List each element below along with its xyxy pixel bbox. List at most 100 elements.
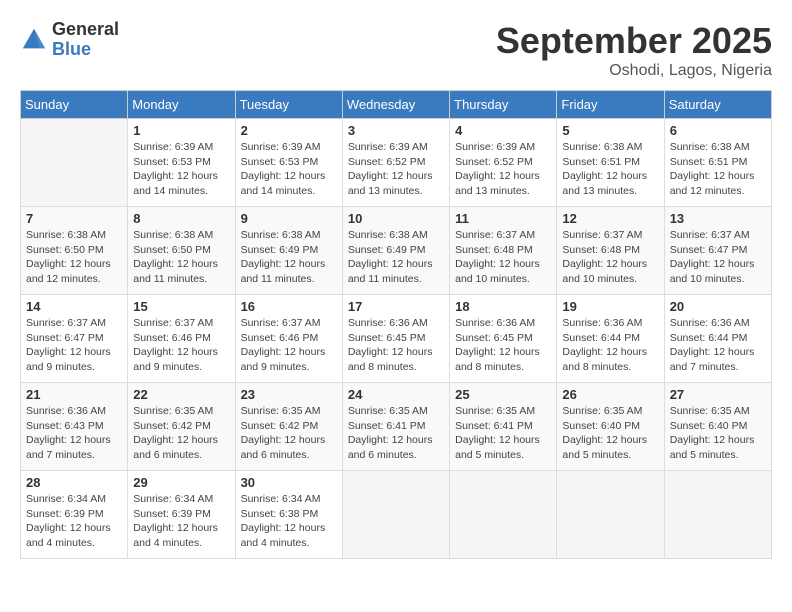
day-info: Sunrise: 6:35 AMSunset: 6:42 PMDaylight:… <box>133 404 229 463</box>
calendar-cell: 25Sunrise: 6:35 AMSunset: 6:41 PMDayligh… <box>450 383 557 471</box>
logo-icon <box>20 26 48 54</box>
calendar-cell: 30Sunrise: 6:34 AMSunset: 6:38 PMDayligh… <box>235 471 342 559</box>
calendar-cell <box>664 471 771 559</box>
calendar-cell: 29 Sunrise: 6:34 AMSunset: 6:39 PMDayligh… <box>128 471 235 559</box>
day-info: Sunrise: 6:35 AMSunset: 6:40 PMDaylight:… <box>562 404 658 463</box>
day-number: 15 <box>133 299 229 314</box>
day-number: 4 <box>455 123 551 138</box>
page-header: General Blue September 2025 Oshodi, Lago… <box>20 20 772 80</box>
day-info: Sunrise: 6:38 AMSunset: 6:49 PMDaylight:… <box>241 228 337 287</box>
day-number: 13 <box>670 211 766 226</box>
day-number: 28 <box>26 475 122 490</box>
logo-text: General Blue <box>52 20 119 60</box>
calendar-cell <box>342 471 449 559</box>
month-title: September 2025 <box>496 20 772 62</box>
calendar-cell: 17 Sunrise: 6:36 AMSunset: 6:45 PMDayligh… <box>342 295 449 383</box>
day-info: Sunrise: 6:37 AMSunset: 6:47 PMDaylight:… <box>26 316 122 375</box>
day-number: 17 <box>348 299 444 314</box>
day-number: 3 <box>348 123 444 138</box>
calendar-cell: 1Sunrise: 6:39 AMSunset: 6:53 PMDaylight… <box>128 119 235 207</box>
day-info: Sunrise: 6:39 AMSunset: 6:53 PMDaylight:… <box>241 140 337 199</box>
day-of-week-header: Tuesday <box>235 91 342 119</box>
calendar-week-row: 21 Sunrise: 6:36 AMSunset: 6:43 PMDayligh… <box>21 383 772 471</box>
day-number: 19 <box>562 299 658 314</box>
day-number: 30 <box>241 475 337 490</box>
day-number: 12 <box>562 211 658 226</box>
day-number: 23 <box>241 387 337 402</box>
day-number: 9 <box>241 211 337 226</box>
day-info: Sunrise: 6:36 AMSunset: 6:44 PMDaylight:… <box>670 316 766 375</box>
calendar-table: SundayMondayTuesdayWednesdayThursdayFrid… <box>20 90 772 559</box>
day-info: Sunrise: 6:36 AMSunset: 6:45 PMDaylight:… <box>348 316 444 375</box>
calendar-week-row: 28 Sunrise: 6:34 AMSunset: 6:39 PMDayligh… <box>21 471 772 559</box>
day-of-week-header: Monday <box>128 91 235 119</box>
calendar-cell: 10Sunrise: 6:38 AMSunset: 6:49 PMDayligh… <box>342 207 449 295</box>
calendar-cell <box>450 471 557 559</box>
calendar-cell: 14Sunrise: 6:37 AMSunset: 6:47 PMDayligh… <box>21 295 128 383</box>
calendar-cell: 2 Sunrise: 6:39 AMSunset: 6:53 PMDaylight… <box>235 119 342 207</box>
day-info: Sunrise: 6:35 AMSunset: 6:42 PMDaylight:… <box>241 404 337 463</box>
day-number: 29 <box>133 475 229 490</box>
day-info: Sunrise: 6:34 AMSunset: 6:39 PMDaylight:… <box>133 492 229 551</box>
day-info: Sunrise: 6:35 AMSunset: 6:41 PMDaylight:… <box>348 404 444 463</box>
calendar-body: 1 Sunrise: 6:39 AMSunset: 6:53 PMDaylight… <box>21 119 772 559</box>
day-number: 16 <box>241 299 337 314</box>
calendar-cell: 19 Sunrise: 6:36 AMSunset: 6:44 PMDayligh… <box>557 295 664 383</box>
day-info: Sunrise: 6:39 AMSunset: 6:52 PMDaylight:… <box>455 140 551 199</box>
calendar-cell <box>557 471 664 559</box>
logo-general-text: General <box>52 20 119 40</box>
logo: General Blue <box>20 20 119 60</box>
day-number: 20 <box>670 299 766 314</box>
day-info: Sunrise: 6:35 AMSunset: 6:40 PMDaylight:… <box>670 404 766 463</box>
day-info: Sunrise: 6:37 AMSunset: 6:47 PMDaylight:… <box>670 228 766 287</box>
calendar-cell: 5Sunrise: 6:38 AMSunset: 6:51 PMDaylight… <box>557 119 664 207</box>
calendar-cell: 21 Sunrise: 6:36 AMSunset: 6:43 PMDayligh… <box>21 383 128 471</box>
calendar-week-row: 1 Sunrise: 6:39 AMSunset: 6:53 PMDaylight… <box>21 119 772 207</box>
logo-blue-text: Blue <box>52 40 119 60</box>
calendar-cell: 22Sunrise: 6:35 AMSunset: 6:42 PMDayligh… <box>128 383 235 471</box>
day-info: Sunrise: 6:37 AMSunset: 6:48 PMDaylight:… <box>562 228 658 287</box>
day-info: Sunrise: 6:39 AMSunset: 6:52 PMDaylight:… <box>348 140 444 199</box>
day-info: Sunrise: 6:38 AMSunset: 6:49 PMDaylight:… <box>348 228 444 287</box>
calendar-cell: 18 Sunrise: 6:36 AMSunset: 6:45 PMDayligh… <box>450 295 557 383</box>
calendar-cell: 7 Sunrise: 6:38 AMSunset: 6:50 PMDaylight… <box>21 207 128 295</box>
day-info: Sunrise: 6:36 AMSunset: 6:45 PMDaylight:… <box>455 316 551 375</box>
day-number: 11 <box>455 211 551 226</box>
day-number: 21 <box>26 387 122 402</box>
day-number: 7 <box>26 211 122 226</box>
day-number: 18 <box>455 299 551 314</box>
day-number: 8 <box>133 211 229 226</box>
day-number: 26 <box>562 387 658 402</box>
calendar-cell: 28Sunrise: 6:34 AMSunset: 6:39 PMDayligh… <box>21 471 128 559</box>
day-number: 24 <box>348 387 444 402</box>
calendar-cell: 27 Sunrise: 6:35 AMSunset: 6:40 PMDayligh… <box>664 383 771 471</box>
day-info: Sunrise: 6:35 AMSunset: 6:41 PMDaylight:… <box>455 404 551 463</box>
day-of-week-header: Wednesday <box>342 91 449 119</box>
calendar-week-row: 14Sunrise: 6:37 AMSunset: 6:47 PMDayligh… <box>21 295 772 383</box>
calendar-cell: 13 Sunrise: 6:37 AMSunset: 6:47 PMDayligh… <box>664 207 771 295</box>
calendar-cell: 4 Sunrise: 6:39 AMSunset: 6:52 PMDaylight… <box>450 119 557 207</box>
day-number: 2 <box>241 123 337 138</box>
day-number: 27 <box>670 387 766 402</box>
location: Oshodi, Lagos, Nigeria <box>496 62 772 80</box>
day-info: Sunrise: 6:38 AMSunset: 6:50 PMDaylight:… <box>133 228 229 287</box>
day-of-week-header: Friday <box>557 91 664 119</box>
day-of-week-header: Sunday <box>21 91 128 119</box>
calendar-cell <box>21 119 128 207</box>
day-info: Sunrise: 6:38 AMSunset: 6:50 PMDaylight:… <box>26 228 122 287</box>
day-info: Sunrise: 6:38 AMSunset: 6:51 PMDaylight:… <box>670 140 766 199</box>
calendar-cell: 3 Sunrise: 6:39 AMSunset: 6:52 PMDaylight… <box>342 119 449 207</box>
calendar-cell: 23 Sunrise: 6:35 AMSunset: 6:42 PMDayligh… <box>235 383 342 471</box>
calendar-cell: 12 Sunrise: 6:37 AMSunset: 6:48 PMDayligh… <box>557 207 664 295</box>
day-of-week-header: Saturday <box>664 91 771 119</box>
day-info: Sunrise: 6:37 AMSunset: 6:46 PMDaylight:… <box>133 316 229 375</box>
day-info: Sunrise: 6:36 AMSunset: 6:44 PMDaylight:… <box>562 316 658 375</box>
calendar-cell: 6Sunrise: 6:38 AMSunset: 6:51 PMDaylight… <box>664 119 771 207</box>
calendar-cell: 24 Sunrise: 6:35 AMSunset: 6:41 PMDayligh… <box>342 383 449 471</box>
day-number: 1 <box>133 123 229 138</box>
calendar-cell: 15 Sunrise: 6:37 AMSunset: 6:46 PMDayligh… <box>128 295 235 383</box>
day-info: Sunrise: 6:36 AMSunset: 6:43 PMDaylight:… <box>26 404 122 463</box>
calendar-cell: 9 Sunrise: 6:38 AMSunset: 6:49 PMDaylight… <box>235 207 342 295</box>
title-block: September 2025 Oshodi, Lagos, Nigeria <box>496 20 772 80</box>
calendar-cell: 16Sunrise: 6:37 AMSunset: 6:46 PMDayligh… <box>235 295 342 383</box>
